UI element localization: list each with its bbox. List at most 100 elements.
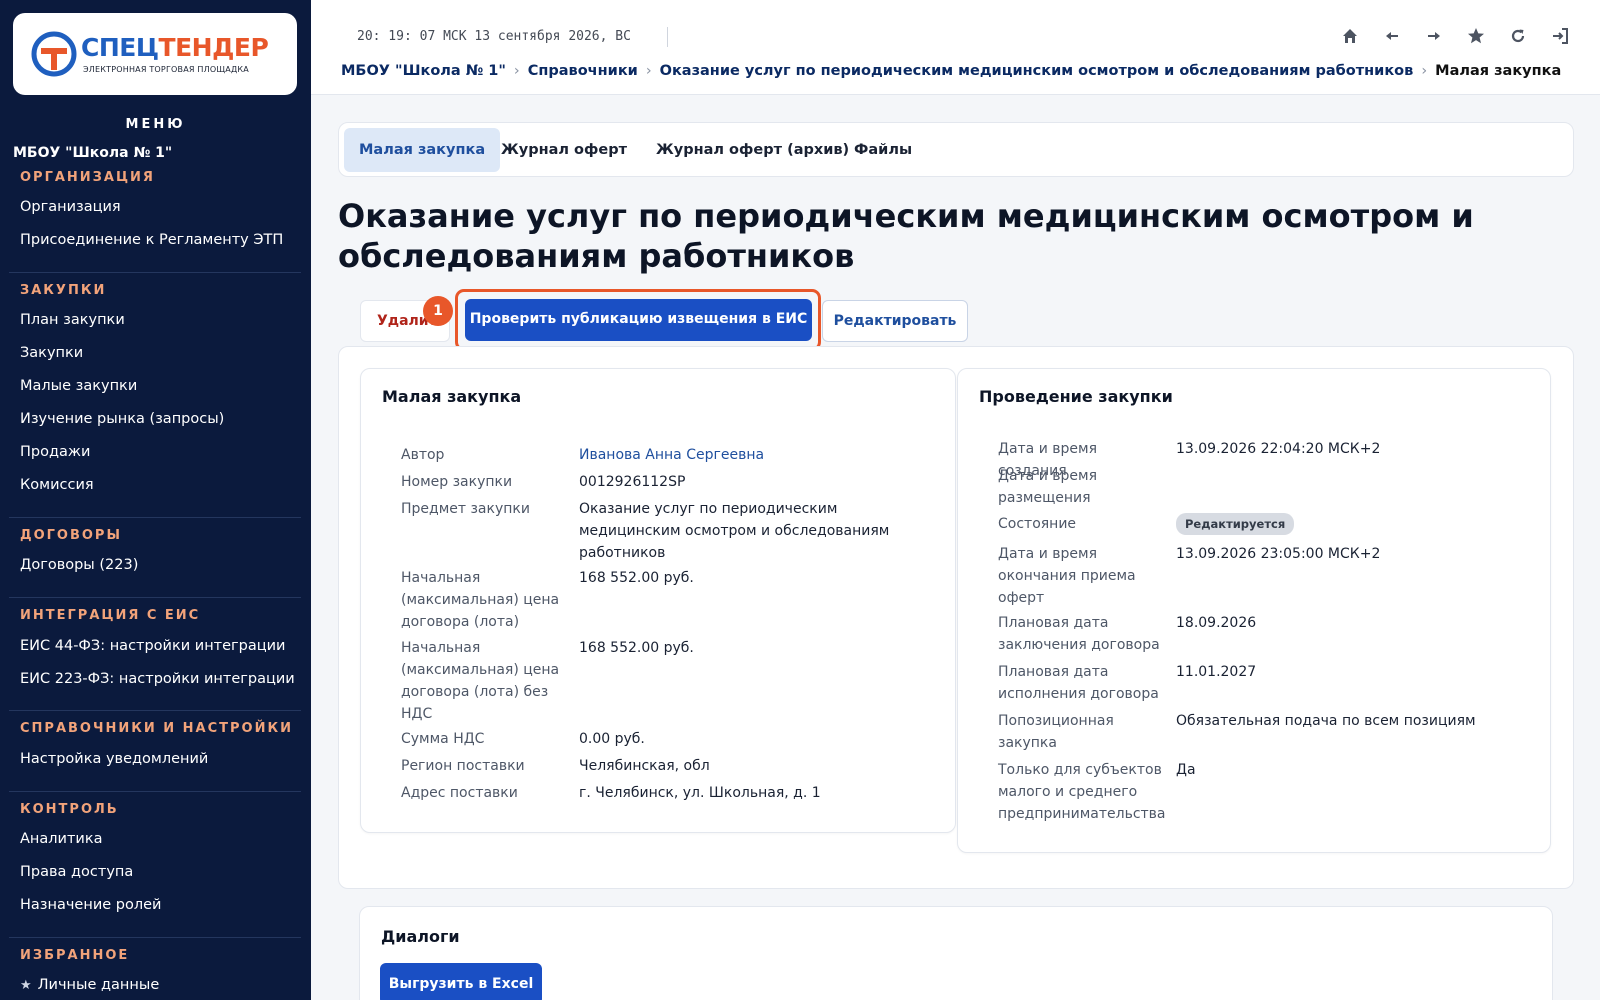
logo-mark-icon xyxy=(31,31,77,77)
sidebar-item-purchases[interactable]: Закупки xyxy=(20,345,83,361)
field-label: Плановая дата заключения договора xyxy=(998,615,1160,653)
sidebar-section-contracts: ДОГОВОРЫ xyxy=(20,528,122,543)
field-label: Адрес поставки xyxy=(401,785,518,801)
tab-offers-archive[interactable]: Журнал оферт (архив) xyxy=(641,128,864,172)
sidebar-item-purchase-plan[interactable]: План закупки xyxy=(20,312,125,328)
check-publication-button[interactable]: Проверить публикацию извещения в ЕИС xyxy=(465,299,812,341)
sidebar-divider xyxy=(9,272,301,273)
page-title: Оказание услуг по периодическим медицинс… xyxy=(338,197,1474,275)
sidebar-item-sales[interactable]: Продажи xyxy=(20,444,90,460)
logo-subtitle: ЭЛЕКТРОННАЯ ТОРГОВАЯ ПЛОЩАДКА xyxy=(83,65,249,74)
sidebar-item-personal-data[interactable]: ★ Личные данные xyxy=(20,977,159,993)
logo-text: СПЕЦТЕНДЕР xyxy=(81,33,269,62)
field-value: 18.09.2026 xyxy=(1176,615,1257,631)
field-label: Дата и время размещения xyxy=(998,468,1097,506)
dialogs-card: Диалоги Выгрузить в Excel xyxy=(359,906,1553,1000)
clock-divider xyxy=(667,27,668,47)
status-badge: Редактируется xyxy=(1176,513,1295,535)
sidebar-item-commission[interactable]: Комиссия xyxy=(20,477,94,493)
field-value: 0.00 руб. xyxy=(579,731,645,747)
field-label: Состояние xyxy=(998,516,1077,532)
sidebar-item-regulation[interactable]: Присоединение к Регламенту ЭТП xyxy=(20,232,283,248)
breadcrumb-separator: › xyxy=(513,63,520,79)
topbar: 20: 19: 07 МСК 13 сентября 2026, ВС МБОУ… xyxy=(311,0,1600,95)
arrow-right-icon[interactable] xyxy=(1424,24,1444,48)
top-toolbar xyxy=(1340,24,1570,48)
edit-button[interactable]: Редактировать xyxy=(822,300,968,342)
clock: 20: 19: 07 МСК 13 сентября 2026, ВС xyxy=(357,29,631,44)
field-label: Плановая дата исполнения договора xyxy=(998,664,1159,702)
sidebar-item-eis-44[interactable]: ЕИС 44-ФЗ: настройки интеграции xyxy=(20,638,285,654)
sidebar-item-small-purchases[interactable]: Малые закупки xyxy=(20,378,137,394)
field-label: Начальная (максимальная) цена договора (… xyxy=(401,570,560,630)
org-name: МБОУ "Школа № 1" xyxy=(13,145,173,161)
arrow-left-icon[interactable] xyxy=(1382,24,1402,48)
sidebar-item-notifications[interactable]: Настройка уведомлений xyxy=(20,751,208,767)
sidebar-divider xyxy=(9,937,301,938)
field-label: Начальная (максимальная) цена договора (… xyxy=(401,640,560,722)
logo[interactable]: СПЕЦТЕНДЕР ЭЛЕКТРОННАЯ ТОРГОВАЯ ПЛОЩАДКА xyxy=(13,13,297,95)
breadcrumb-item[interactable]: Оказание услуг по периодическим медицинс… xyxy=(660,63,1414,79)
dialogs-title: Диалоги xyxy=(381,927,460,946)
breadcrumb-separator: › xyxy=(1421,63,1428,79)
panel-title: Проведение закупки xyxy=(979,387,1173,406)
step-badge: 1 xyxy=(423,296,453,326)
sidebar-section-organization: ОРГАНИЗАЦИЯ xyxy=(20,170,155,185)
field-label: Регион поставки xyxy=(401,758,525,774)
sidebar-item-roles[interactable]: Назначение ролей xyxy=(20,897,161,913)
menu-title: МЕНЮ xyxy=(125,117,186,132)
export-excel-button[interactable]: Выгрузить в Excel xyxy=(380,963,542,1000)
field-value: Челябинская, обл xyxy=(579,758,710,774)
field-label: Только для субъектов малого и среднего п… xyxy=(998,762,1166,822)
tab-offers-journal[interactable]: Журнал оферт xyxy=(486,128,642,172)
tab-bar: Малая закупка Журнал оферт Журнал оферт … xyxy=(338,122,1574,177)
field-value: Да xyxy=(1176,762,1196,778)
sidebar-divider xyxy=(9,791,301,792)
star-icon: ★ xyxy=(20,978,32,993)
field-label: Предмет закупки xyxy=(401,501,530,517)
field-label: Номер закупки xyxy=(401,474,513,490)
field-value: 13.09.2026 23:05:00 МСК+2 xyxy=(1176,546,1381,562)
sidebar-item-eis-223[interactable]: ЕИС 223-ФЗ: настройки интеграции xyxy=(20,671,295,687)
field-label: Дата и время окончания приема оферт xyxy=(998,546,1136,606)
field-value: г. Челябинск, ул. Школьная, д. 1 xyxy=(579,785,821,801)
sidebar-section-purchases: ЗАКУПКИ xyxy=(20,283,107,298)
field-value: Оказание услуг по периодическим медицинс… xyxy=(579,501,890,561)
sidebar-section-favorites: ИЗБРАННОЕ xyxy=(20,948,130,963)
sidebar-item-market-research[interactable]: Изучение рынка (запросы) xyxy=(20,411,224,427)
purchase-process-panel: Проведение закупки Дата и время создания… xyxy=(957,368,1551,853)
status-cell: Редактируется xyxy=(1176,513,1536,535)
field-label: Автор xyxy=(401,447,445,463)
field-value: 13.09.2026 22:04:20 МСК+2 xyxy=(1176,441,1381,457)
sidebar-item-access-rights[interactable]: Права доступа xyxy=(20,864,133,880)
refresh-icon[interactable] xyxy=(1508,24,1528,48)
logout-icon[interactable] xyxy=(1550,24,1570,48)
sidebar-section-settings: СПРАВОЧНИКИ И НАСТРОЙКИ xyxy=(20,721,293,736)
field-value: 0012926112SP xyxy=(579,474,686,490)
field-value: Обязательная подача по всем позициям xyxy=(1176,713,1476,729)
field-value: 168 552.00 руб. xyxy=(579,570,694,586)
tab-small-purchase[interactable]: Малая закупка xyxy=(344,128,501,172)
field-label: Попозиционная закупка xyxy=(998,713,1114,751)
breadcrumb-item[interactable]: МБОУ "Школа № 1" xyxy=(341,63,506,79)
breadcrumb-current: Малая закупка xyxy=(1435,63,1562,79)
sidebar-divider xyxy=(9,517,301,518)
field-label: Сумма НДС xyxy=(401,731,485,747)
main-card: Малая закупка Автор Иванова Анна Сергеев… xyxy=(338,346,1574,889)
small-purchase-panel: Малая закупка Автор Иванова Анна Сергеев… xyxy=(360,368,956,833)
tab-files[interactable]: Файлы xyxy=(839,128,927,172)
star-icon[interactable] xyxy=(1466,24,1486,48)
sidebar-item-contracts-223[interactable]: Договоры (223) xyxy=(20,557,138,573)
breadcrumb-item[interactable]: Справочники xyxy=(528,63,638,79)
sidebar-section-eis-integration: ИНТЕГРАЦИЯ С ЕИС xyxy=(20,608,201,623)
field-value: 168 552.00 руб. xyxy=(579,640,694,656)
sidebar-divider xyxy=(9,710,301,711)
breadcrumb-separator: › xyxy=(645,63,652,79)
sidebar: СПЕЦТЕНДЕР ЭЛЕКТРОННАЯ ТОРГОВАЯ ПЛОЩАДКА… xyxy=(0,0,311,1000)
author-link[interactable]: Иванова Анна Сергеевна xyxy=(579,444,909,466)
sidebar-item-organization[interactable]: Организация xyxy=(20,199,121,215)
sidebar-divider xyxy=(9,597,301,598)
sidebar-item-analytics[interactable]: Аналитика xyxy=(20,831,103,847)
sidebar-section-control: КОНТРОЛЬ xyxy=(20,802,119,817)
home-icon[interactable] xyxy=(1340,24,1360,48)
